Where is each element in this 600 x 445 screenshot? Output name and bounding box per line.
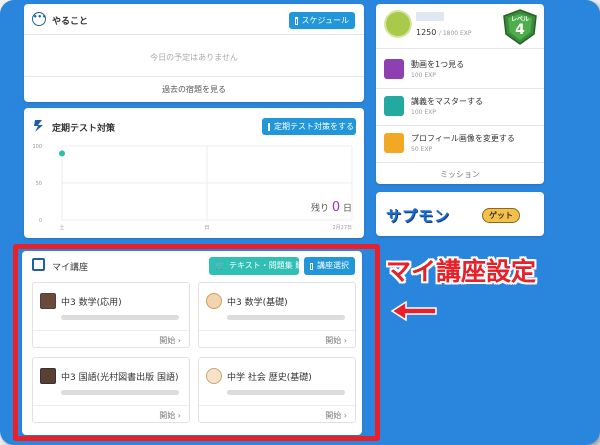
chart-point — [59, 150, 65, 157]
missions-footer-link[interactable]: ミッション — [376, 169, 544, 180]
remaining-label: 残り — [310, 204, 329, 214]
username-placeholder — [416, 12, 444, 21]
sapumon-badge: ゲット — [482, 208, 520, 223]
level-badge: レベル 4 — [502, 8, 538, 46]
todo-title: やること — [52, 17, 89, 27]
exp-readout: 1250 / 1800 EXP — [416, 28, 472, 37]
schedule-button[interactable]: スケジュール — [289, 12, 355, 29]
page-frame: ••• やること スケジュール 今日の予定はありません 過去の宿題を見る 定期テ… — [0, 0, 600, 445]
test-card: 定期テスト対策 定期テスト対策をする 100 50 0 土 日 2月27日 残り 0 日 — [24, 108, 364, 238]
profile-image-icon — [384, 133, 404, 153]
test-prep-button[interactable]: 定期テスト対策をする — [262, 118, 356, 135]
test-prep-button-label: 定期テスト対策をする — [274, 121, 354, 131]
test-title: 定期テスト対策 — [52, 124, 116, 134]
todo-divider-top — [24, 34, 364, 35]
test-chart: 100 50 0 土 日 2月27日 — [32, 144, 353, 231]
remaining-days: 残り 0 日 — [311, 200, 352, 215]
y-tick-label: 50 — [36, 181, 42, 187]
mission-exp: 100 EXP — [411, 72, 436, 79]
x-tick-label: 日 — [204, 225, 209, 231]
past-homework-link[interactable]: 過去の宿題を見る — [24, 84, 364, 95]
exp-total: / 1800 EXP — [438, 30, 472, 37]
schedule-button-label: スケジュール — [301, 15, 349, 25]
sapumon-logo: サプモン — [386, 207, 451, 225]
todo-empty-message: 今日の予定はありません — [150, 53, 238, 62]
lightning-icon — [32, 118, 46, 132]
x-tick-label: 2月27日 — [332, 225, 352, 231]
mission-exp: 100 EXP — [411, 109, 436, 116]
mission-title: 動画を1つ見る — [411, 60, 465, 69]
mission-footer-divider — [376, 162, 544, 163]
remaining-unit: 日 — [342, 204, 352, 214]
mission-title: 講義をマスターする — [411, 97, 483, 106]
annotation-arrow — [390, 300, 438, 326]
calendar-icon — [295, 16, 298, 25]
x-tick-label: 土 — [59, 224, 64, 231]
user-avatar[interactable] — [384, 10, 412, 38]
todo-divider-bottom — [24, 76, 364, 77]
profile-card: 1250 / 1800 EXP レベル 4 動画を1つ見る 100 EXP 講義… — [376, 4, 544, 184]
calendar-icon — [268, 122, 270, 131]
mission-item[interactable]: 動画を1つ見る 100 EXP — [384, 56, 542, 86]
mission-exp: 50 EXP — [411, 146, 433, 153]
mission-divider — [376, 88, 544, 89]
y-tick-label: 100 — [32, 144, 42, 150]
mission-title: プロフィール画像を変更する — [411, 134, 515, 143]
mission-divider — [376, 125, 544, 126]
profile-divider — [376, 48, 544, 49]
annotation-label: マイ講座設定 — [386, 257, 537, 286]
crown-icon — [384, 96, 404, 116]
level-value: 4 — [515, 22, 525, 38]
highlight-box — [13, 244, 380, 441]
y-tick-label: 0 — [39, 218, 42, 224]
sapumon-banner[interactable]: サプモン ゲット — [376, 192, 544, 236]
mission-item[interactable]: 講義をマスターする 100 EXP — [384, 93, 542, 123]
remaining-value: 0 — [331, 200, 341, 215]
video-icon — [384, 59, 404, 79]
mission-item[interactable]: プロフィール画像を変更する 50 EXP — [384, 130, 542, 160]
exp-value: 1250 — [416, 28, 437, 37]
todo-card: ••• やること スケジュール 今日の予定はありません 過去の宿題を見る — [24, 4, 364, 102]
more-icon[interactable]: ••• — [32, 12, 46, 26]
